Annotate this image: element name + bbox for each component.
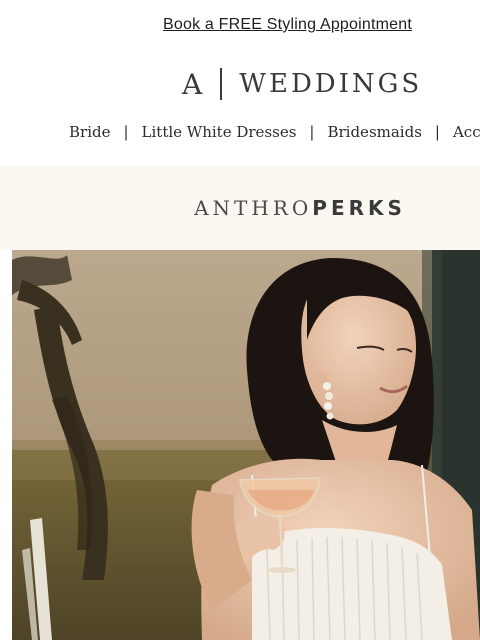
logo-mark: A bbox=[182, 67, 203, 101]
nav-item-accessories[interactable]: Acces bbox=[453, 123, 480, 141]
styling-appointment-link[interactable]: Book a FREE Styling Appointment bbox=[163, 16, 412, 34]
nav-item-bridesmaids[interactable]: Bridesmaids bbox=[327, 123, 421, 141]
anthroperks-logo[interactable]: ANTHROPERKS bbox=[0, 196, 480, 221]
anthroperks-perks: PERKS bbox=[312, 196, 406, 220]
top-banner: Book a FREE Styling Appointment bbox=[0, 0, 480, 52]
hero-image[interactable] bbox=[12, 250, 480, 640]
nav-separator: | bbox=[434, 123, 440, 141]
bride-photo-illustration bbox=[12, 250, 480, 640]
anthroperks-anthro: ANTHRO bbox=[194, 196, 313, 220]
nav-separator: | bbox=[309, 123, 315, 141]
logo-divider bbox=[220, 68, 223, 100]
category-nav: Bride | Little White Dresses | Bridesmai… bbox=[69, 120, 480, 144]
nav-separator: | bbox=[123, 123, 129, 141]
nav-item-bride[interactable]: Bride bbox=[69, 123, 110, 141]
brand-logo[interactable]: A WEDDINGS bbox=[182, 66, 422, 102]
logo-wordmark: WEDDINGS bbox=[239, 69, 423, 99]
nav-item-little-white-dresses[interactable]: Little White Dresses bbox=[142, 123, 297, 141]
